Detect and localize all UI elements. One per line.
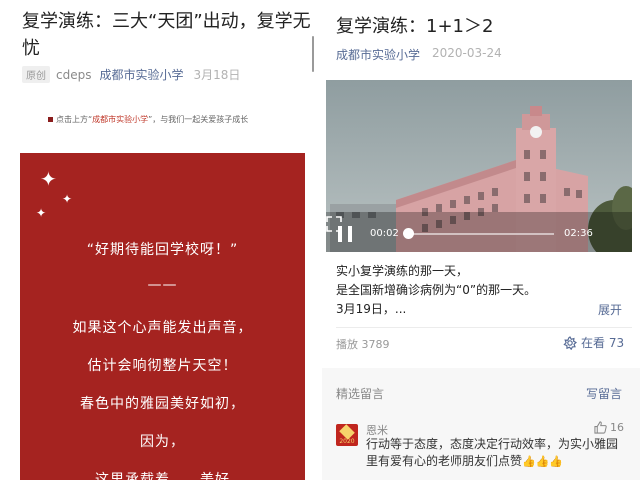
publish-date: 3月18日 (193, 68, 241, 82)
wow-button[interactable]: 在看 73 (563, 334, 624, 351)
description-line: 实小复学演练的那一天， (336, 264, 469, 278)
comment-like-count: 16 (610, 421, 624, 434)
follow-account-link[interactable]: 成都市实验小学 (92, 114, 148, 125)
publish-date: 2020-03-24 (432, 46, 502, 60)
thumbs-up-icon (594, 421, 607, 434)
comments-header: 精选留言 (336, 387, 385, 401)
avatar-year: 2020 (339, 438, 355, 445)
avatar[interactable]: 2020 (336, 424, 358, 446)
thumbs-up-emoji-icon: 👍👍👍 (522, 455, 564, 468)
video-player[interactable]: 00:02 02:36 (326, 80, 632, 252)
poem-line: 因为， (140, 434, 185, 450)
progress-track[interactable] (406, 233, 554, 235)
sparkle-icon: ✦ (40, 167, 57, 191)
sparkle-icon: ✦ (36, 206, 47, 220)
article-meta: 原创 cdeps 成都市实验小学 3月18日 (22, 66, 240, 83)
divider (336, 327, 632, 328)
wow-count: 在看 73 (581, 336, 625, 350)
description-line: 是全国新增确诊病例为“0”的那一天。 (336, 283, 537, 297)
expand-button[interactable]: 展开 (598, 301, 622, 318)
write-comment-button[interactable]: 写留言 (586, 385, 622, 402)
poem-line: 估计会响彻整片天空！ (87, 358, 238, 374)
original-tag: 原创 (22, 66, 50, 83)
progress-knob[interactable] (402, 228, 414, 239)
poem-line: —— (147, 277, 178, 293)
comment-like-button[interactable]: 16 (594, 421, 624, 434)
comment-text: 行动等于态度，态度决定行动效率，为实小雅园里有爱有心的老师朋友们点赞👍👍👍 (366, 436, 628, 470)
right-video-panel: 复学演练：1+1＞2 成都市实验小学 2020-03-24 00:02 02:3… (322, 0, 640, 480)
comments-section: 精选留言 写留言 2020 恩米 16 行动等于态度，态度决定行动效率，为实小雅… (322, 368, 640, 480)
play-count: 播放 3789 (336, 338, 390, 351)
article-title: 复学演练：三大“天团”出动，复学无忧 (22, 11, 311, 59)
poster-banner: ✦ ✦ ✦ “好期待能回学校呀！” —— 如果这个心声能发出声音， 估计会响彻整… (20, 153, 305, 480)
comment-body: 行动等于态度，态度决定行动效率，为实小雅园里有爱有心的老师朋友们点赞 (366, 437, 619, 468)
video-controls: 00:02 02:36 (326, 216, 632, 252)
account-link[interactable]: 成都市实验小学 (99, 66, 183, 83)
author-name: cdeps (56, 67, 92, 82)
poem-line: 这里承载着……美好 (95, 472, 230, 480)
poem-line: 春色中的雅园美好如初， (80, 396, 245, 412)
poem-line: “好期待能回学校呀！” (86, 242, 239, 258)
follow-suffix: ”，与我们一起关爱孩子成长 (148, 115, 249, 124)
video-title: 复学演练：1+1＞2 (336, 16, 494, 37)
sparkle-icon: ✦ (62, 192, 73, 206)
bullet-square-icon (48, 117, 53, 122)
current-time: 00:02 (370, 228, 399, 239)
scrollbar[interactable] (312, 36, 314, 72)
description-line: 3月19日，... (336, 302, 407, 316)
total-time: 02:36 (564, 228, 593, 239)
follow-prompt: 点击上方“ 成都市实验小学 ”，与我们一起关爱孩子成长 (48, 114, 248, 125)
poem-line: 如果这个心声能发出声音， (72, 320, 253, 336)
video-meta: 成都市实验小学 2020-03-24 (336, 46, 502, 63)
left-article-panel: 复学演练：三大“天团”出动，复学无忧 原创 cdeps 成都市实验小学 3月18… (0, 0, 322, 480)
fullscreen-icon[interactable] (326, 216, 342, 232)
account-link[interactable]: 成都市实验小学 (336, 46, 420, 63)
follow-prefix: 点击上方“ (56, 115, 93, 124)
video-description: 实小复学演练的那一天， 是全国新增确诊病例为“0”的那一天。 3月19日，... (336, 262, 536, 319)
flower-icon (563, 335, 577, 350)
